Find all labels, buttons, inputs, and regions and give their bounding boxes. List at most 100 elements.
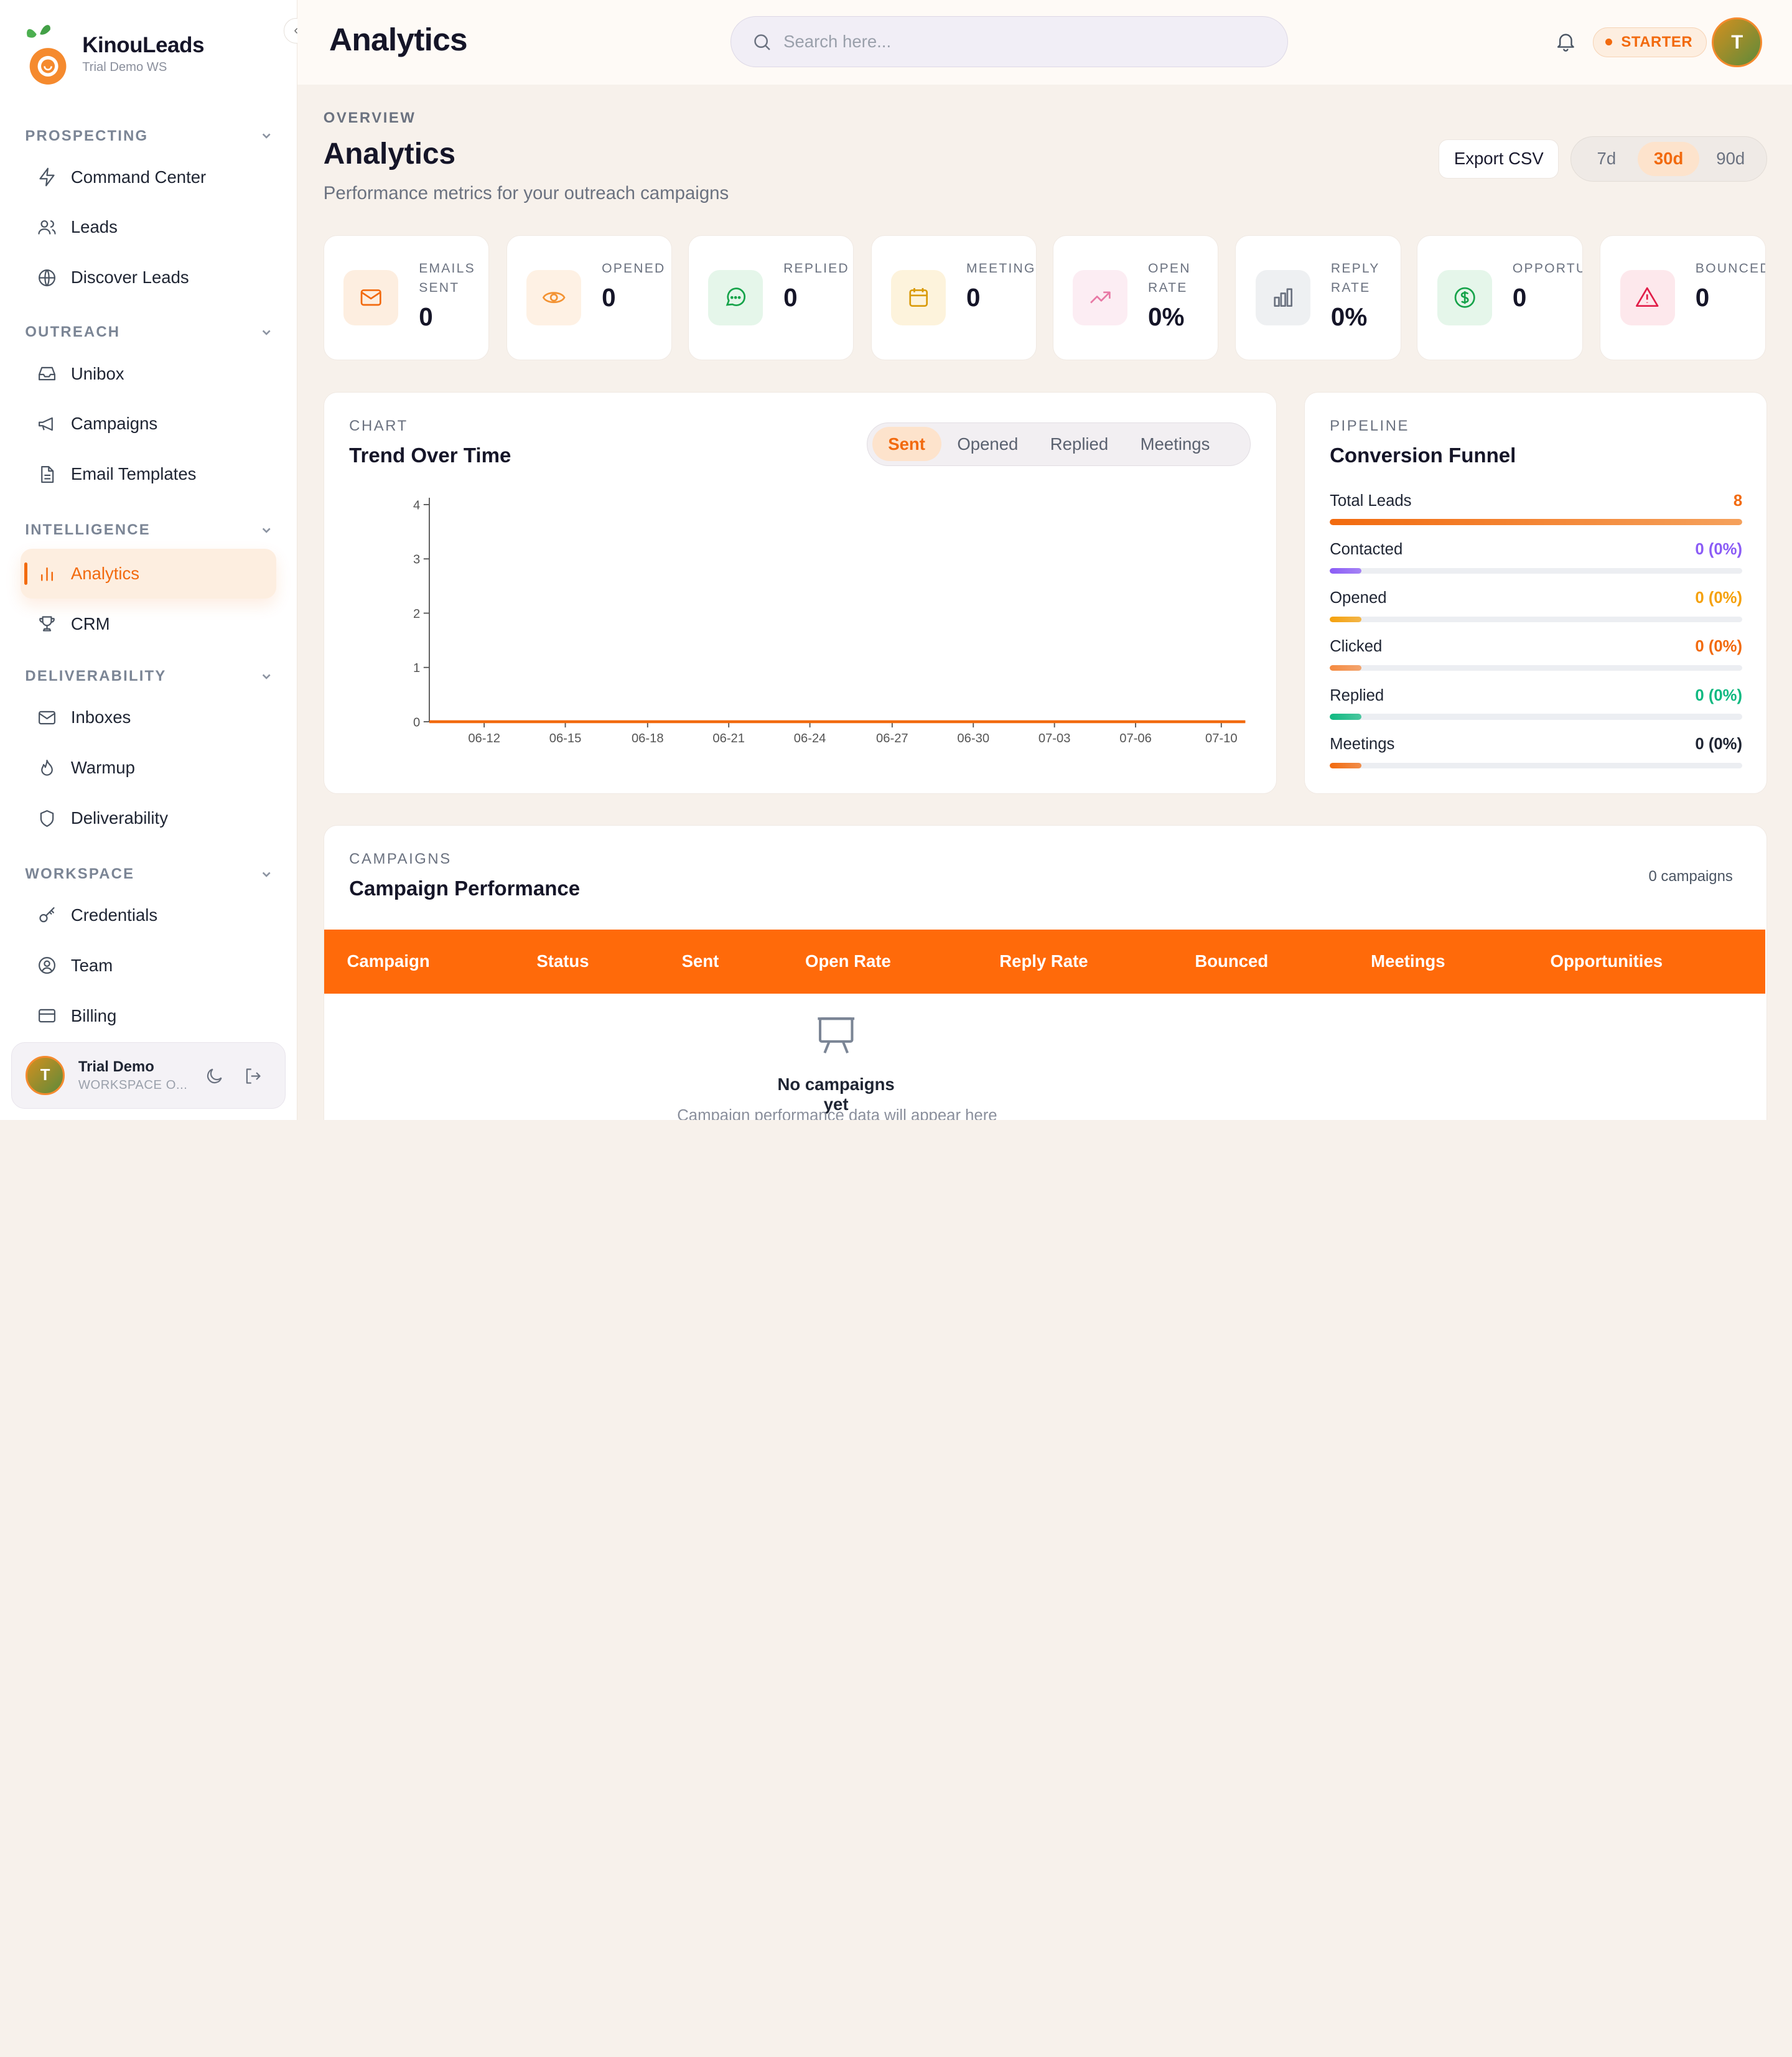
export-csv-button[interactable]: Export CSV: [1439, 139, 1559, 179]
column-header-reply-rate[interactable]: Reply Rate: [999, 951, 1088, 971]
funnel-value: 0 (0%): [1695, 541, 1743, 558]
sidebar-item-deliverability[interactable]: Deliverability: [21, 793, 276, 844]
inbox-icon: [38, 366, 55, 381]
sidebar-item-analytics[interactable]: Analytics: [21, 548, 277, 599]
range-7d-button[interactable]: 7d: [1575, 142, 1638, 176]
user-card[interactable]: T Trial Demo WORKSPACE O...: [11, 1042, 286, 1109]
stat-value: 0%: [1330, 302, 1368, 331]
funnel-bar-fill: [1330, 519, 1743, 525]
chevron-down-icon: [262, 133, 271, 139]
x-tick-label: 07-06: [1119, 732, 1152, 745]
funnel-row: Replied 0 (0%): [1330, 687, 1743, 720]
stat-icon: [1255, 270, 1310, 325]
section-header[interactable]: WORKSPACE: [0, 862, 297, 887]
section-header[interactable]: DELIVERABILITY: [0, 664, 297, 689]
stat-label: MEETINGS: [966, 261, 1036, 276]
funnel-bar-track: [1330, 714, 1743, 720]
section-header[interactable]: PROSPECTING: [0, 123, 297, 148]
range-30d-button[interactable]: 30d: [1637, 141, 1700, 176]
stat-card-bounced: BOUNCED 0: [1600, 235, 1766, 360]
profile-avatar[interactable]: T: [1712, 17, 1763, 68]
alert-triangle-icon: [1636, 287, 1659, 307]
sidebar-item-label: Warmup: [70, 758, 135, 778]
sidebar-item-label: CRM: [70, 613, 110, 633]
search-icon: [754, 34, 770, 50]
empty-state-subtitle: Campaign performance data will appear he…: [677, 1106, 997, 1120]
mail-icon: [360, 289, 381, 306]
sidebar-item-discover-leads[interactable]: Discover Leads: [21, 253, 276, 303]
logo-icon: [27, 25, 67, 85]
search-bar[interactable]: [730, 16, 1288, 68]
plan-badge[interactable]: STARTER: [1593, 27, 1707, 57]
sidebar-item-label: Credentials: [70, 905, 158, 925]
sidebar-item-label: Command Center: [70, 167, 207, 187]
sidebar-item-unibox[interactable]: Unibox: [21, 348, 276, 399]
sidebar-item-label: Email Templates: [70, 464, 197, 484]
stat-value: 0: [602, 282, 616, 312]
flame-icon: [40, 759, 53, 776]
column-header-bounced[interactable]: Bounced: [1195, 951, 1268, 971]
column-header-open-rate[interactable]: Open Rate: [805, 951, 891, 971]
stat-card-emails-sent: EMAILS SENT 0: [323, 235, 490, 360]
section-header[interactable]: INTELLIGENCE: [0, 518, 297, 543]
column-header-meetings[interactable]: Meetings: [1371, 951, 1445, 971]
panel-kicker: CAMPAIGNS: [349, 851, 452, 868]
column-header-opportunities[interactable]: Opportunities: [1551, 951, 1663, 971]
x-tick-label: 06-12: [468, 732, 500, 745]
stat-icon: [343, 270, 399, 325]
mail-icon: [38, 711, 55, 725]
funnel-row: Meetings 0 (0%): [1330, 735, 1743, 768]
sidebar-item-warmup[interactable]: Warmup: [21, 743, 276, 793]
sidebar-item-label: Analytics: [70, 564, 140, 583]
column-header-campaign[interactable]: Campaign: [347, 951, 429, 971]
sidebar-item-command-center[interactable]: Command Center: [21, 152, 276, 202]
credit-card-icon: [38, 1009, 55, 1023]
sidebar-item-credentials[interactable]: Credentials: [21, 890, 276, 941]
overline: OVERVIEW: [323, 110, 416, 127]
stat-value: 0: [419, 302, 433, 331]
bell-icon[interactable]: [1554, 30, 1577, 53]
section-title: PROSPECTING: [25, 127, 149, 144]
funnel-bar-fill: [1330, 762, 1362, 768]
column-header-status[interactable]: Status: [536, 951, 589, 971]
chevron-down-icon: [262, 528, 271, 533]
stat-value: 0: [1695, 282, 1710, 312]
key-icon: [39, 907, 55, 922]
column-header-sent[interactable]: Sent: [682, 951, 719, 971]
sidebar-item-leads[interactable]: Leads: [21, 202, 276, 253]
sidebar-item-email-templates[interactable]: Email Templates: [21, 449, 276, 500]
eye-icon: [542, 292, 566, 304]
stat-label: REPLIED: [783, 261, 849, 276]
moon-icon[interactable]: [204, 1066, 225, 1086]
funnel-bar-fill: [1330, 567, 1362, 574]
search-input[interactable]: [783, 32, 1241, 52]
logout-icon[interactable]: [243, 1066, 263, 1086]
y-tick-label: 2: [413, 607, 420, 621]
sidebar-item-team[interactable]: Team: [21, 941, 276, 991]
table-header: Campaign Status Sent Open Rate Reply Rat…: [324, 930, 1765, 994]
sidebar-item-billing[interactable]: Billing: [21, 991, 276, 1041]
section-header[interactable]: OUTREACH: [0, 320, 297, 345]
bar-chart-icon: [1273, 288, 1292, 307]
file-text-icon: [40, 465, 54, 483]
chevron-down-icon: [262, 674, 271, 679]
y-tick-label: 3: [413, 553, 420, 567]
trending-up-icon: [1090, 291, 1111, 304]
sidebar-item-inboxes[interactable]: Inboxes: [21, 693, 276, 743]
range-90d-button[interactable]: 90d: [1699, 142, 1762, 176]
user-name: Trial Demo: [78, 1058, 154, 1075]
stat-card-meetings: MEETINGS 0: [870, 235, 1037, 360]
funnel-value: 0 (0%): [1695, 638, 1743, 656]
sidebar-item-crm[interactable]: CRM: [21, 599, 276, 649]
brand[interactable]: KinouLeads Trial Demo WS: [21, 21, 204, 87]
stat-icon: [526, 270, 582, 325]
dollar-icon: [1454, 287, 1475, 309]
x-tick-label: 06-15: [549, 732, 581, 745]
trend-chart: 0 1 2 3 4 06-12 06-15 06-18 06-21 06-24 06-27 06-30…: [413, 497, 1246, 745]
trophy-icon: [39, 616, 55, 632]
x-tick-label: 06-27: [876, 732, 908, 745]
zap-icon: [39, 167, 55, 187]
funnel-label: Meetings: [1330, 735, 1395, 753]
sidebar-item-campaigns[interactable]: Campaigns: [21, 399, 276, 449]
workspace-name: Trial Demo WS: [82, 60, 167, 74]
